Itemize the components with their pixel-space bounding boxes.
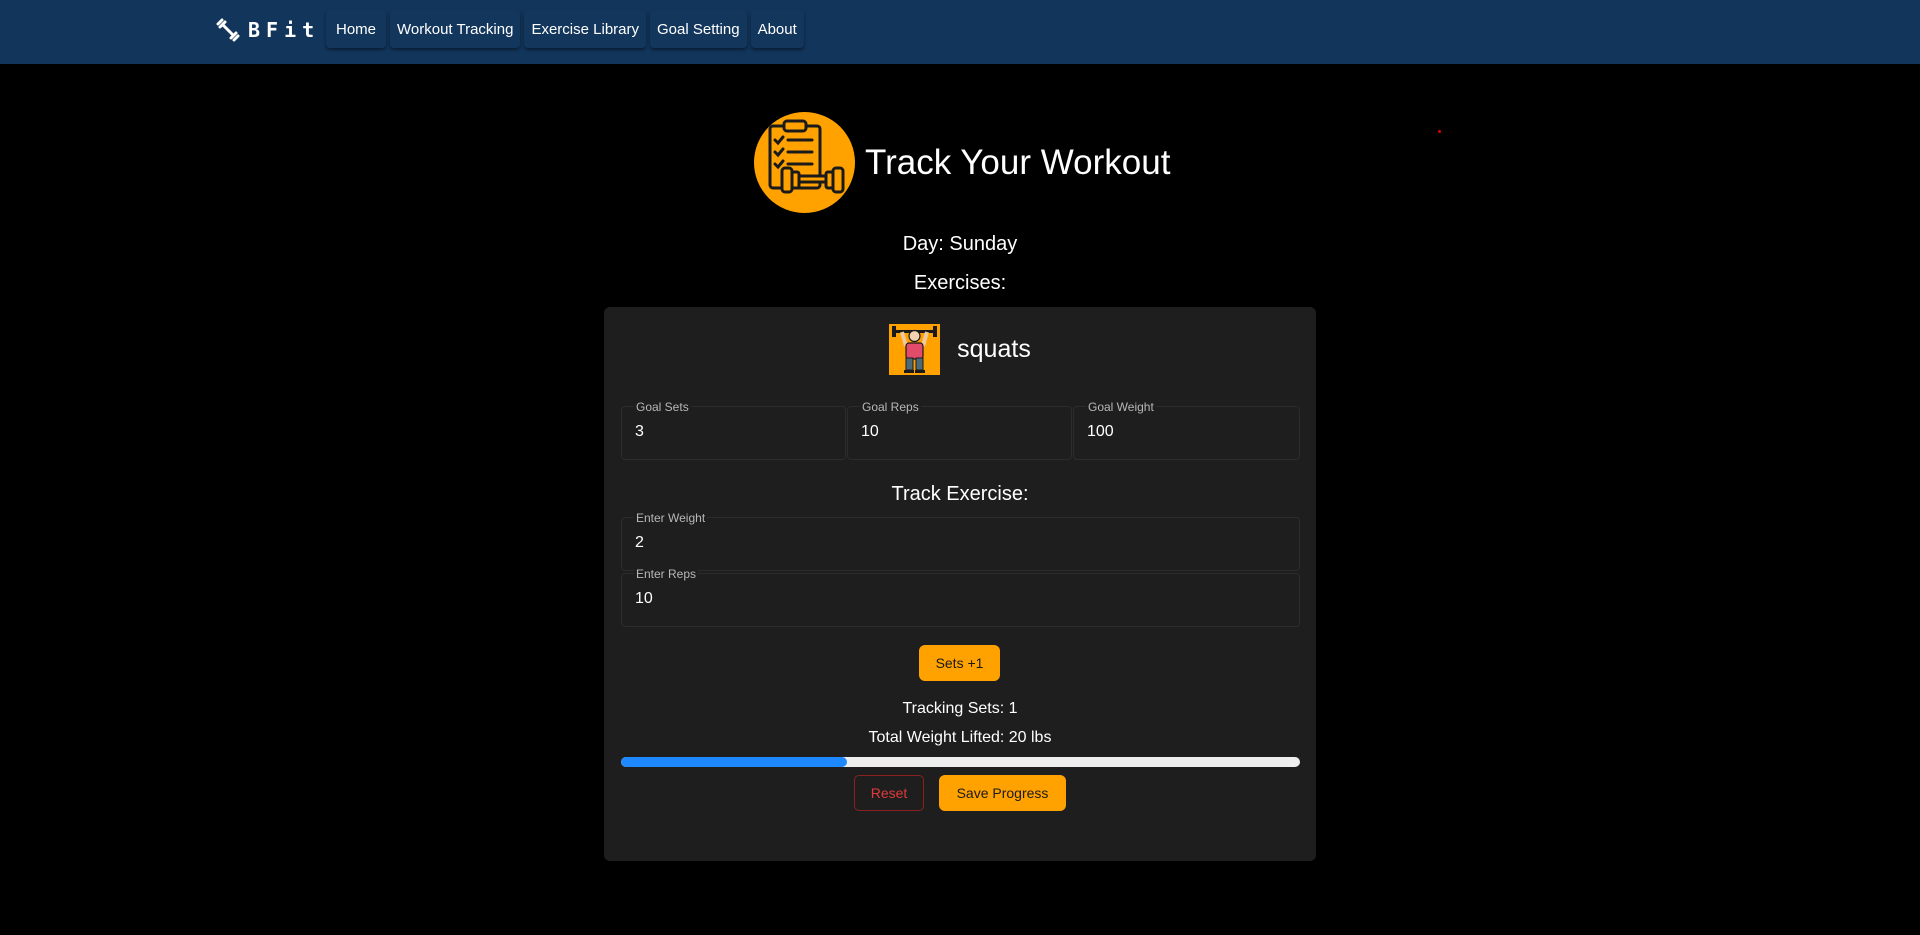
progress-bar-fill xyxy=(621,757,848,767)
exercise-name: squats xyxy=(957,335,1031,363)
save-progress-button[interactable]: Save Progress xyxy=(939,775,1066,811)
nav-about[interactable]: About xyxy=(750,10,804,48)
nav-goal-setting[interactable]: Goal Setting xyxy=(650,10,747,48)
goal-sets-field[interactable]: Goal Sets 3 xyxy=(621,400,846,460)
total-weight-text: Total Weight Lifted: 20 lbs xyxy=(868,729,1052,746)
goal-sets-value[interactable]: 3 xyxy=(635,423,832,441)
enter-weight-field[interactable]: Enter Weight 2 xyxy=(621,511,1300,571)
enter-reps-label: Enter Reps xyxy=(634,567,699,581)
day-label: Day: Sunday xyxy=(902,233,1018,255)
goal-weight-value[interactable]: 100 xyxy=(1087,423,1286,441)
dumbbell-icon xyxy=(216,18,240,42)
exercise-header: squats xyxy=(604,324,1316,375)
page-title: Track Your Workout xyxy=(865,142,1171,182)
top-navbar: BFit Home Workout Tracking Exercise Libr… xyxy=(0,0,1920,64)
goal-weight-field[interactable]: Goal Weight 100 xyxy=(1073,400,1300,460)
enter-weight-input[interactable]: 2 xyxy=(635,534,1286,552)
goal-sets-label: Goal Sets xyxy=(634,400,691,414)
goal-weight-label: Goal Weight xyxy=(1086,400,1156,414)
clipboard-dumbbell-icon xyxy=(754,112,855,213)
tracking-sets-text: Tracking Sets: 1 xyxy=(902,700,1018,717)
stray-dot xyxy=(1438,130,1441,133)
goal-reps-value[interactable]: 10 xyxy=(861,423,1058,441)
weightlifter-icon xyxy=(889,324,941,375)
page-header: Track Your Workout xyxy=(754,112,1170,213)
exercise-card: squats Goal Sets 3 Goal Reps 10 Goal Wei… xyxy=(604,307,1316,861)
sets-plus-one-button[interactable]: Sets +1 xyxy=(919,645,1000,681)
enter-reps-input[interactable]: 10 xyxy=(635,590,1286,608)
brand-logo[interactable]: BFit xyxy=(216,18,320,42)
reset-button[interactable]: Reset xyxy=(854,775,924,811)
enter-weight-label: Enter Weight xyxy=(634,511,708,525)
progress-bar xyxy=(621,757,1300,767)
nav-exercise-library[interactable]: Exercise Library xyxy=(524,10,646,48)
nav-home[interactable]: Home xyxy=(326,10,387,48)
nav-links: Home Workout Tracking Exercise Library G… xyxy=(326,10,804,48)
track-exercise-heading: Track Exercise: xyxy=(891,483,1029,505)
enter-reps-field[interactable]: Enter Reps 10 xyxy=(621,567,1300,627)
nav-workout-tracking[interactable]: Workout Tracking xyxy=(390,10,521,48)
goal-reps-field[interactable]: Goal Reps 10 xyxy=(847,400,1072,460)
exercises-heading: Exercises: xyxy=(913,272,1007,294)
brand-name: BFit xyxy=(248,18,321,42)
goal-reps-label: Goal Reps xyxy=(860,400,921,414)
